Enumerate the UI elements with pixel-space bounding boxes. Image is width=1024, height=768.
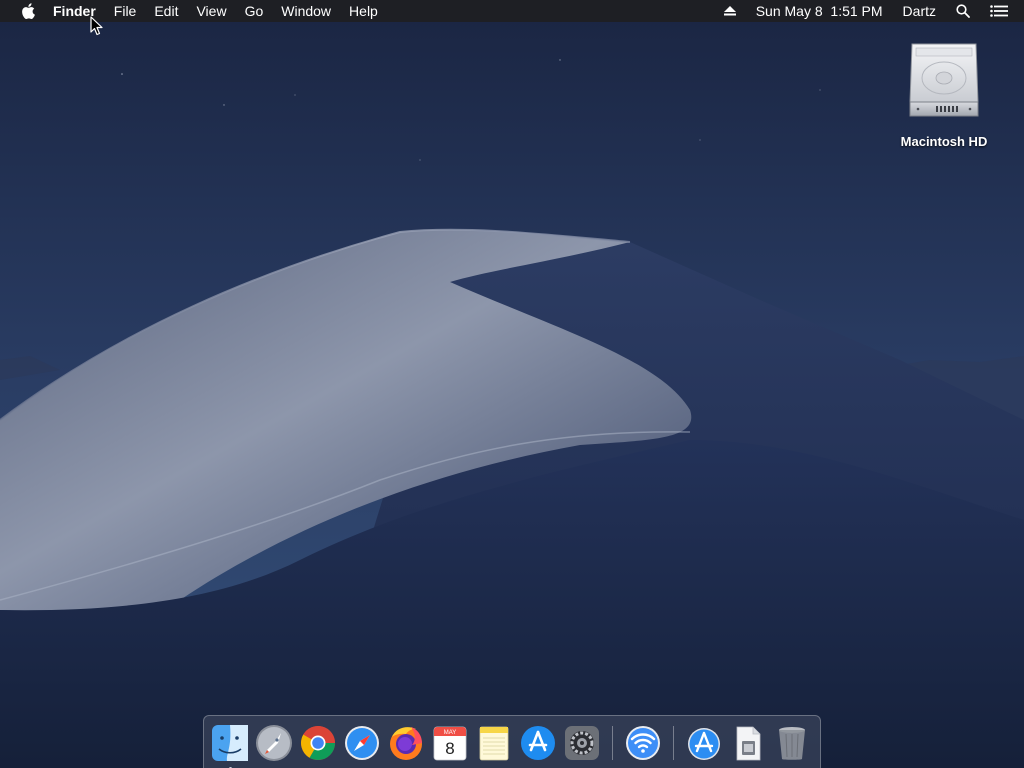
- spotlight-icon[interactable]: [946, 4, 980, 18]
- menu-window[interactable]: Window: [272, 0, 340, 22]
- system-preferences-icon: [565, 726, 599, 760]
- dock: MAY 8: [203, 715, 821, 768]
- dock-notes[interactable]: [474, 723, 514, 763]
- desktop[interactable]: Finder File Edit View Go Window Help Sun…: [0, 0, 1024, 768]
- menu-bar-user[interactable]: Dartz: [893, 0, 946, 22]
- desktop-icon-macintosh-hd[interactable]: Macintosh HD: [894, 40, 994, 149]
- dock-finder[interactable]: [210, 723, 250, 768]
- calendar-icon: MAY 8: [433, 726, 467, 761]
- dock-chrome[interactable]: [298, 723, 338, 763]
- dock-separator: [673, 726, 674, 760]
- safari-icon: [345, 726, 379, 760]
- desktop-icon-label: Macintosh HD: [900, 134, 988, 149]
- wifi-icon: [626, 726, 660, 760]
- calendar-day: 8: [445, 739, 454, 758]
- dock-app-store[interactable]: [518, 723, 558, 763]
- applications-folder-icon: [688, 728, 720, 760]
- mouse-cursor-icon: [90, 16, 103, 36]
- menu-go[interactable]: Go: [236, 0, 273, 22]
- hard-drive-icon: [906, 40, 982, 120]
- dock-separator: [612, 726, 613, 760]
- dock-trash[interactable]: [772, 723, 812, 763]
- menu-edit[interactable]: Edit: [145, 0, 187, 22]
- eject-icon[interactable]: [714, 6, 746, 16]
- trash-icon: [779, 727, 805, 760]
- notes-icon: [479, 726, 509, 761]
- firefox-icon: [390, 727, 422, 760]
- downloads-icon: [736, 726, 761, 761]
- chrome-icon: [301, 726, 335, 760]
- dock-safari[interactable]: [342, 723, 382, 763]
- menu-file[interactable]: File: [105, 0, 146, 22]
- menu-view[interactable]: View: [187, 0, 235, 22]
- launchpad-icon: [256, 725, 292, 761]
- dock-applications[interactable]: [684, 723, 724, 763]
- calendar-month: MAY: [444, 730, 457, 736]
- app-store-icon: [521, 726, 555, 760]
- notification-center-icon[interactable]: [980, 5, 1024, 17]
- menu-bar-clock[interactable]: Sun May 8 1:51 PM: [746, 0, 893, 22]
- dock-launchpad[interactable]: [254, 723, 294, 763]
- wallpaper: [0, 0, 1024, 768]
- dock-calendar[interactable]: MAY 8: [430, 723, 470, 763]
- dock-downloads[interactable]: [728, 723, 768, 763]
- dock-system-preferences[interactable]: [562, 723, 602, 763]
- dock-wireless[interactable]: [623, 723, 663, 763]
- dock-firefox[interactable]: [386, 723, 426, 763]
- apple-icon[interactable]: [21, 3, 35, 19]
- menu-help[interactable]: Help: [340, 0, 387, 22]
- menu-bar: Finder File Edit View Go Window Help Sun…: [0, 0, 1024, 22]
- menu-bar-status-area: Sun May 8 1:51 PM Dartz: [714, 0, 1024, 22]
- finder-icon: [212, 725, 248, 761]
